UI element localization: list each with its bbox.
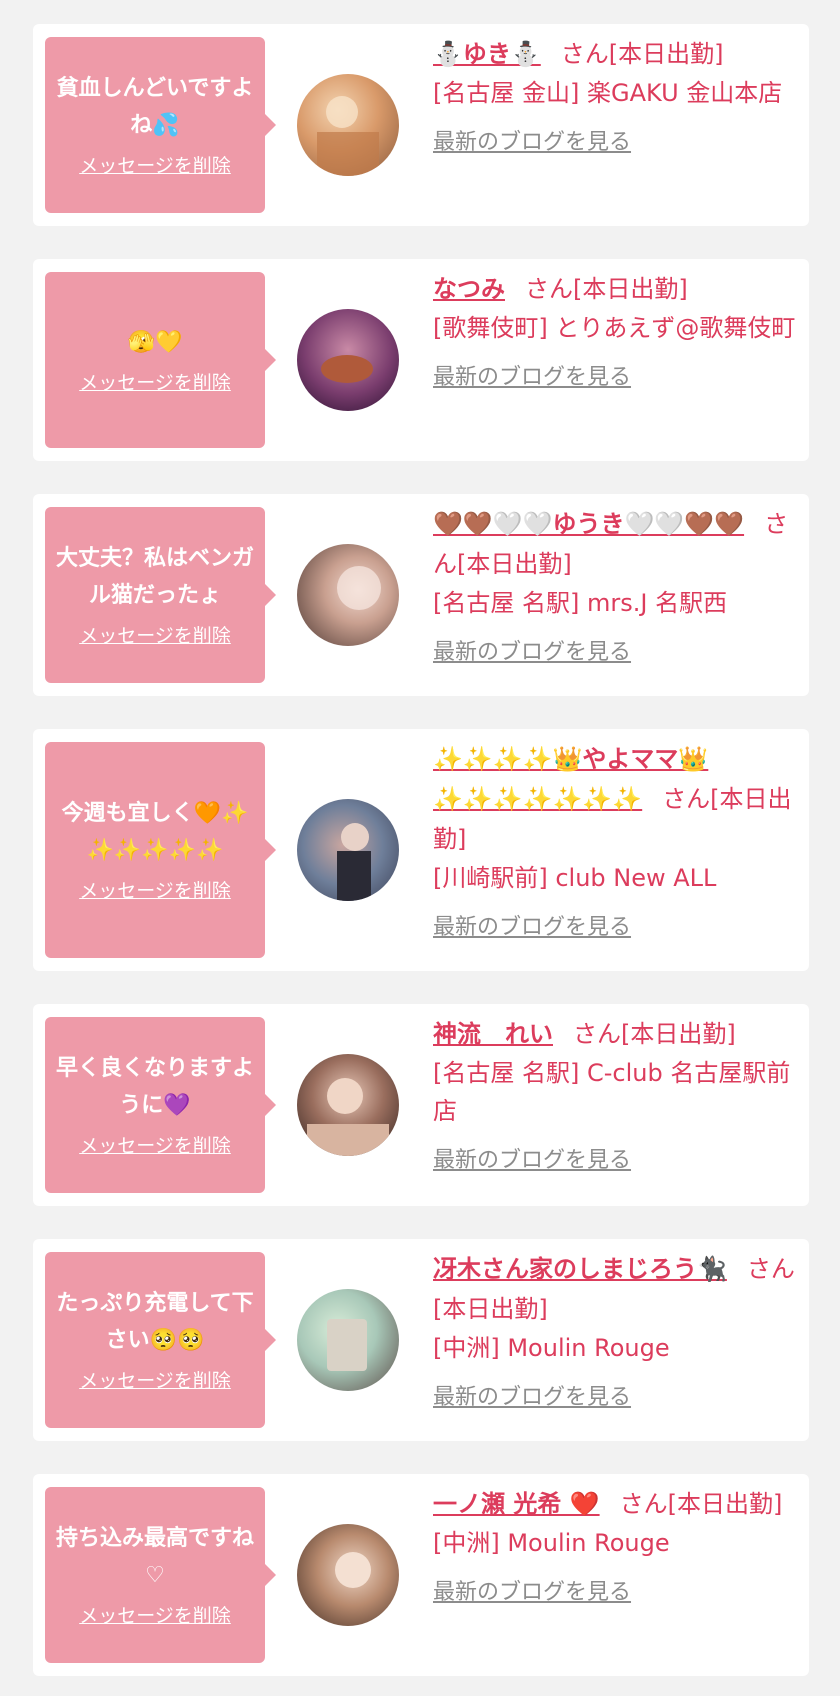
message-bubble: 貧血しんどいですよね💦 メッセージを削除 xyxy=(45,37,276,213)
message-bubble: 今週も宜しく🧡✨✨✨✨✨✨ メッセージを削除 xyxy=(45,742,276,958)
message-bubble: 🫣💛 メッセージを削除 xyxy=(45,272,276,448)
delete-message-link[interactable]: メッセージを削除 xyxy=(79,622,231,650)
message-text: 持ち込み最高ですね♡ xyxy=(55,1526,254,1588)
cast-name-link[interactable]: 冴木さん家のしまじろう🐈‍⬛ xyxy=(433,1255,727,1283)
delete-message-link[interactable]: メッセージを削除 xyxy=(79,152,231,180)
delete-message-link[interactable]: メッセージを削除 xyxy=(79,1602,231,1630)
cast-name-link[interactable]: ⛄ゆき⛄ xyxy=(433,40,541,68)
cast-info: ✨✨✨✨👑やよママ👑✨✨✨✨✨✨✨ さん[本日出勤] [川崎駅前] club Ne… xyxy=(433,739,809,945)
message-card: 大丈夫？私はベンガル猫だったょ メッセージを削除 🤎🤎🤍🤍ゆうき🤍🤍🤎🤎 さん[本… xyxy=(33,494,809,696)
cast-name-link[interactable]: なつみ xyxy=(433,275,505,303)
cast-info: 冴木さん家のしまじろう🐈‍⬛ さん[本日出勤] [中洲] Moulin Rouge… xyxy=(433,1249,809,1415)
cast-avatar-image[interactable] xyxy=(297,309,399,411)
message-card: 早く良くなりますように💜 メッセージを削除 神流 れい さん[本日出勤] [名古屋… xyxy=(33,1004,809,1206)
message-card: 貧血しんどいですよね💦 メッセージを削除 ⛄ゆき⛄ さん[本日出勤] [名古屋 金… xyxy=(33,24,809,226)
message-card: たっぷり充電して下さい🥺🥺 メッセージを削除 冴木さん家のしまじろう🐈‍⬛ さん[… xyxy=(33,1239,809,1441)
cast-avatar-image[interactable] xyxy=(297,1054,399,1156)
shop-name: [名古屋 金山] 楽GAKU 金山本店 xyxy=(433,79,783,107)
cast-info: 一ノ瀬 光希 ❤️ さん[本日出勤] [中洲] Moulin Rouge 最新のブ… xyxy=(433,1484,809,1610)
message-bubble: たっぷり充電して下さい🥺🥺 メッセージを削除 xyxy=(45,1252,276,1428)
latest-blog-link[interactable]: 最新のブログを見る xyxy=(433,1144,631,1178)
attendance-status: さん[本日出勤] xyxy=(525,275,688,303)
shop-name: [中洲] Moulin Rouge xyxy=(433,1529,670,1557)
shop-name: [中洲] Moulin Rouge xyxy=(433,1334,670,1362)
message-text: 早く良くなりますように💜 xyxy=(55,1056,254,1118)
latest-blog-link[interactable]: 最新のブログを見る xyxy=(433,361,631,395)
cast-name-link[interactable]: 🤎🤎🤍🤍ゆうき🤍🤍🤎🤎 xyxy=(433,510,744,538)
cast-avatar-image[interactable] xyxy=(297,74,399,176)
latest-blog-link[interactable]: 最新のブログを見る xyxy=(433,1576,631,1610)
message-text: 今週も宜しく🧡✨✨✨✨✨✨ xyxy=(61,801,249,863)
latest-blog-link[interactable]: 最新のブログを見る xyxy=(433,911,631,945)
shop-name: [歌舞伎町] とりあえず@歌舞伎町 xyxy=(433,314,796,342)
shop-name: [名古屋 名駅] mrs.J 名駅西 xyxy=(433,589,728,617)
attendance-status: さん[本日出勤] xyxy=(619,1490,783,1518)
cast-avatar-image[interactable] xyxy=(297,1524,399,1626)
message-text: 🫣💛 xyxy=(127,329,183,355)
message-text: たっぷり充電して下さい🥺🥺 xyxy=(56,1291,254,1353)
cast-avatar-image[interactable] xyxy=(297,544,399,646)
cast-info: ⛄ゆき⛄ さん[本日出勤] [名古屋 金山] 楽GAKU 金山本店 最新のブログを… xyxy=(433,34,809,160)
cast-info: 神流 れい さん[本日出勤] [名古屋 名駅] C-club 名古屋駅前店 最新の… xyxy=(433,1014,809,1178)
latest-blog-link[interactable]: 最新のブログを見る xyxy=(433,636,631,670)
cast-avatar-image[interactable] xyxy=(297,799,399,901)
message-card: 🫣💛 メッセージを削除 なつみ さん[本日出勤] [歌舞伎町] とりあえず@歌舞伎… xyxy=(33,259,809,461)
cast-name-link[interactable]: 一ノ瀬 光希 ❤️ xyxy=(433,1490,600,1518)
message-bubble: 大丈夫？私はベンガル猫だったょ メッセージを削除 xyxy=(45,507,276,683)
delete-message-link[interactable]: メッセージを削除 xyxy=(79,369,231,397)
attendance-status: さん[本日出勤] xyxy=(560,40,724,68)
message-card: 今週も宜しく🧡✨✨✨✨✨✨ メッセージを削除 ✨✨✨✨👑やよママ👑✨✨✨✨✨✨✨… xyxy=(33,729,809,971)
shop-name: [川崎駅前] club New ALL xyxy=(433,864,717,892)
message-card: 持ち込み最高ですね♡ メッセージを削除 一ノ瀬 光希 ❤️ さん[本日出勤] [中… xyxy=(33,1474,809,1676)
delete-message-link[interactable]: メッセージを削除 xyxy=(79,1367,231,1395)
message-text: 大丈夫？私はベンガル猫だったょ xyxy=(55,546,254,608)
message-bubble: 持ち込み最高ですね♡ メッセージを削除 xyxy=(45,1487,276,1663)
shop-name: [名古屋 名駅] C-club 名古屋駅前店 xyxy=(433,1059,791,1125)
message-list: 貧血しんどいですよね💦 メッセージを削除 ⛄ゆき⛄ さん[本日出勤] [名古屋 金… xyxy=(0,0,840,1696)
cast-info: 🤎🤎🤍🤍ゆうき🤍🤍🤎🤎 さん[本日出勤] [名古屋 名駅] mrs.J 名駅西 最… xyxy=(433,504,809,670)
latest-blog-link[interactable]: 最新のブログを見る xyxy=(433,126,631,160)
cast-avatar-image[interactable] xyxy=(297,1289,399,1391)
attendance-status: さん[本日出勤] xyxy=(573,1020,736,1048)
delete-message-link[interactable]: メッセージを削除 xyxy=(79,877,231,905)
latest-blog-link[interactable]: 最新のブログを見る xyxy=(433,1381,631,1415)
delete-message-link[interactable]: メッセージを削除 xyxy=(79,1132,231,1160)
message-bubble: 早く良くなりますように💜 メッセージを削除 xyxy=(45,1017,276,1193)
cast-name-link[interactable]: 神流 れい xyxy=(433,1020,553,1048)
message-text: 貧血しんどいですよね💦 xyxy=(56,76,254,138)
cast-info: なつみ さん[本日出勤] [歌舞伎町] とりあえず@歌舞伎町 最新のブログを見る xyxy=(433,269,809,395)
